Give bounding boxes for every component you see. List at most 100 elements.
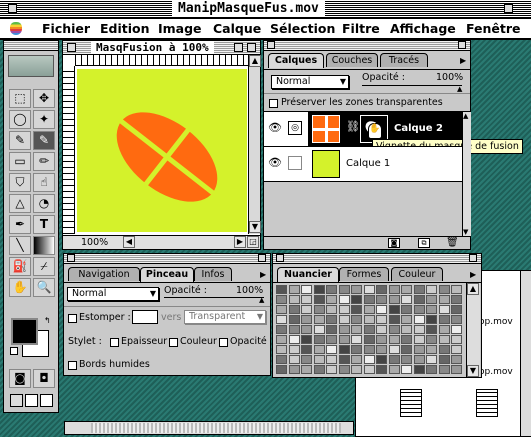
photoshop-eye-logo[interactable] [8, 55, 54, 77]
color-swatch[interactable] [313, 365, 325, 374]
color-swatch[interactable] [351, 335, 362, 344]
color-swatch[interactable] [301, 325, 312, 334]
bords-humides-checkbox[interactable] [68, 361, 77, 370]
foreground-color-swatch[interactable] [11, 318, 38, 345]
color-swatch[interactable] [426, 295, 437, 304]
window-close-box[interactable] [8, 4, 17, 13]
color-swatch[interactable] [288, 315, 300, 324]
color-swatch[interactable] [301, 305, 312, 314]
color-swatch[interactable] [376, 355, 387, 364]
eye-icon[interactable]: 👁 [268, 121, 282, 134]
color-swatch[interactable] [401, 305, 412, 314]
color-swatch[interactable] [313, 285, 325, 294]
color-swatch[interactable] [438, 365, 450, 374]
color-swatch[interactable] [401, 295, 412, 304]
menu-edition[interactable]: Edition [100, 19, 150, 38]
color-swatch[interactable] [451, 365, 462, 374]
tab-infos[interactable]: Infos [194, 267, 232, 281]
color-swatch[interactable] [301, 365, 312, 374]
hand-tool[interactable]: ✋ [9, 278, 31, 297]
window-titlebar[interactable]: ManipMasqueFus.mov [0, 0, 531, 18]
add-layer-mask-button[interactable]: ◙ [388, 238, 400, 248]
movie-file-icon[interactable] [476, 389, 498, 417]
color-swatch[interactable] [438, 285, 450, 294]
color-swatch[interactable] [388, 335, 400, 344]
color-swatch[interactable] [376, 325, 387, 334]
color-swatch[interactable] [276, 325, 287, 334]
brush-titlebar[interactable] [64, 254, 270, 264]
panel-menu-arrow[interactable]: ▶ [470, 270, 476, 279]
color-swatch[interactable] [326, 295, 337, 304]
layer-thumbnail[interactable] [312, 150, 340, 178]
finder-item-label[interactable]: op.mov [479, 367, 513, 377]
scroll-thumb[interactable] [91, 423, 341, 433]
color-swatch[interactable] [451, 355, 462, 364]
color-swatch[interactable] [451, 335, 462, 344]
color-swatch[interactable] [451, 305, 462, 314]
color-swatch[interactable] [426, 315, 437, 324]
smudge-tool[interactable]: ☝ [33, 173, 55, 192]
color-swatch[interactable] [288, 285, 300, 294]
menu-fenetre[interactable]: Fenêtre [466, 19, 521, 38]
swatch-grid[interactable] [276, 285, 464, 375]
layers-close-box[interactable] [267, 41, 275, 49]
color-swatch[interactable] [301, 345, 312, 354]
color-swatch[interactable] [388, 295, 400, 304]
color-swatch[interactable] [376, 335, 387, 344]
color-swatch[interactable] [438, 355, 450, 364]
screen-mode-standard-icon[interactable] [10, 394, 23, 407]
rubber-stamp-tool[interactable]: ⛉ [9, 173, 31, 192]
paint-bucket-tool[interactable]: ⛽ [9, 257, 31, 276]
color-swatch[interactable] [326, 325, 337, 334]
zoom-level[interactable]: 100% [81, 237, 108, 248]
color-swatch[interactable] [426, 345, 437, 354]
color-swatch[interactable] [438, 325, 450, 334]
opacity-value[interactable]: 100% [436, 72, 463, 83]
new-layer-button[interactable]: ⧉ [418, 238, 430, 248]
gradient-tool[interactable] [33, 236, 55, 255]
color-swatch[interactable] [401, 335, 412, 344]
color-swatch[interactable] [451, 315, 462, 324]
color-swatch[interactable] [301, 355, 312, 364]
color-swatch[interactable] [413, 295, 425, 304]
color-swatch[interactable] [313, 315, 325, 324]
color-swatch[interactable] [313, 295, 325, 304]
epaisseur-checkbox[interactable] [110, 338, 119, 347]
swatches-close-box[interactable] [276, 254, 284, 262]
eye-icon[interactable]: 👁 [268, 156, 282, 169]
type-tool[interactable]: T [33, 215, 55, 234]
opacity-slider-thumb[interactable]: ▲ [457, 85, 462, 93]
color-swatch[interactable] [426, 285, 437, 294]
color-swatch[interactable] [376, 345, 387, 354]
airbrush-tool[interactable]: ✎ [9, 131, 31, 150]
color-swatch[interactable] [363, 325, 375, 334]
document-zoom-box[interactable] [234, 43, 243, 52]
color-swatch[interactable] [426, 335, 437, 344]
color-swatch[interactable] [426, 305, 437, 314]
estomper-checkbox[interactable] [68, 314, 77, 323]
color-swatch[interactable] [401, 285, 412, 294]
color-swatch[interactable] [338, 295, 350, 304]
quick-mask-mode-button[interactable]: ◘ [33, 369, 55, 388]
scroll-up-arrow[interactable]: ▲ [249, 55, 261, 67]
color-swatch[interactable] [276, 315, 287, 324]
layer-name[interactable]: Calque 1 [346, 158, 390, 169]
color-swatch[interactable] [326, 345, 337, 354]
layer-row-calque-1[interactable]: 👁 Calque 1 [264, 147, 464, 181]
document-titlebar[interactable]: MasqFusion à 100% [63, 41, 260, 55]
finder-scrollbar[interactable] [520, 271, 531, 436]
pen-tool[interactable]: ✒ [9, 215, 31, 234]
color-swatch[interactable] [413, 325, 425, 334]
pencil-tool[interactable]: ✏ [33, 152, 55, 171]
magic-wand-tool[interactable]: ✦ [33, 110, 55, 129]
line-tool[interactable]: ╲ [9, 236, 31, 255]
color-swatch[interactable] [413, 285, 425, 294]
color-swatch[interactable] [313, 305, 325, 314]
tab-calques[interactable]: Calques [268, 53, 324, 68]
color-swatch[interactable] [451, 285, 462, 294]
color-swatch[interactable] [338, 335, 350, 344]
color-swatch[interactable] [388, 325, 400, 334]
color-swatch[interactable] [426, 355, 437, 364]
color-swatch[interactable] [388, 345, 400, 354]
color-swatch[interactable] [288, 345, 300, 354]
